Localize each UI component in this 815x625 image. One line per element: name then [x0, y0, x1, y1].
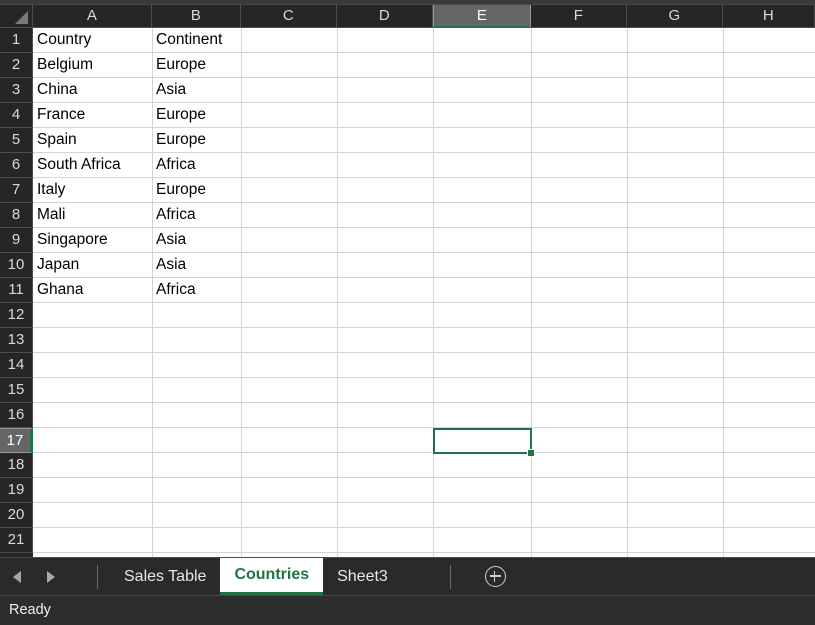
- row-header-3[interactable]: 3: [0, 78, 33, 103]
- cell-A2[interactable]: Belgium: [33, 53, 152, 78]
- cell-A8[interactable]: Mali: [33, 203, 152, 228]
- gridline-horizontal: [33, 527, 815, 528]
- column-header-d[interactable]: D: [337, 5, 433, 28]
- column-header-g[interactable]: G: [627, 5, 723, 28]
- select-all-triangle-icon: [15, 11, 28, 24]
- row-header-17[interactable]: 17: [0, 428, 33, 453]
- row-header-9[interactable]: 9: [0, 228, 33, 253]
- sheet-tab-bar: Sales Table Countries Sheet3: [0, 557, 815, 595]
- row-header-11[interactable]: 11: [0, 278, 33, 303]
- row-header-4[interactable]: 4: [0, 103, 33, 128]
- spreadsheet-app: ABCDEFGH 1 2 3 4 5 6 7 8 9 10 11 12 13 14 15 16 17 18 19 20…: [0, 0, 815, 625]
- row-header-10[interactable]: 10: [0, 253, 33, 278]
- cell-A7[interactable]: Italy: [33, 178, 152, 203]
- cell-B2[interactable]: Europe: [152, 53, 241, 78]
- row-header-13[interactable]: 13: [0, 328, 33, 353]
- row-header-5[interactable]: 5: [0, 128, 33, 153]
- cell-A9[interactable]: Singapore: [33, 228, 152, 253]
- cell-B4[interactable]: Europe: [152, 103, 241, 128]
- column-header-h[interactable]: H: [723, 5, 815, 28]
- row-header-14[interactable]: 14: [0, 353, 33, 378]
- cell-B7[interactable]: Europe: [152, 178, 241, 203]
- gridline-horizontal: [33, 477, 815, 478]
- tab-divider-right: [450, 565, 451, 589]
- tab-divider-left: [97, 565, 98, 589]
- add-sheet-button[interactable]: [472, 558, 518, 595]
- gridline-horizontal: [33, 452, 815, 453]
- row-header-6[interactable]: 6: [0, 153, 33, 178]
- worksheet-grid: ABCDEFGH 1 2 3 4 5 6 7 8 9 10 11 12 13 14 15 16 17 18 19 20…: [0, 5, 815, 557]
- chevron-left-icon: [13, 570, 21, 583]
- cell-area[interactable]: Country Continent Belgium Europe China Asia Fr…: [33, 28, 815, 557]
- chevron-right-icon: [47, 570, 55, 583]
- cell-B5[interactable]: Europe: [152, 128, 241, 153]
- gridline-horizontal: [33, 502, 815, 503]
- cell-A11[interactable]: Ghana: [33, 278, 152, 303]
- sheet-nav-buttons: [0, 558, 68, 595]
- status-bar: Ready: [0, 595, 815, 625]
- gridline-horizontal: [33, 352, 815, 353]
- column-header-e[interactable]: E: [433, 5, 531, 28]
- cell-B9[interactable]: Asia: [152, 228, 241, 253]
- sheet-tab-sales-table[interactable]: Sales Table: [110, 558, 220, 595]
- sheet-tab-sheet3[interactable]: Sheet3: [323, 558, 402, 595]
- row-header-16[interactable]: 16: [0, 403, 33, 428]
- row-header-8[interactable]: 8: [0, 203, 33, 228]
- next-sheet-button[interactable]: [34, 558, 68, 595]
- plus-circle-icon: [484, 566, 506, 587]
- select-all-corner[interactable]: [0, 5, 33, 28]
- cell-B1[interactable]: Continent: [152, 28, 241, 53]
- cell-A3[interactable]: China: [33, 78, 152, 103]
- gridline-horizontal: [33, 427, 815, 428]
- cell-A1[interactable]: Country: [33, 28, 152, 53]
- cell-B3[interactable]: Asia: [152, 78, 241, 103]
- gridline-horizontal: [33, 402, 815, 403]
- row-header-19[interactable]: 19: [0, 478, 33, 503]
- cell-B11[interactable]: Africa: [152, 278, 241, 303]
- column-header-bar: ABCDEFGH: [33, 5, 815, 28]
- row-header-21[interactable]: 21: [0, 528, 33, 553]
- row-header-20[interactable]: 20: [0, 503, 33, 528]
- row-header-2[interactable]: 2: [0, 53, 33, 78]
- row-header-12[interactable]: 12: [0, 303, 33, 328]
- column-header-b[interactable]: B: [152, 5, 241, 28]
- cell-B8[interactable]: Africa: [152, 203, 241, 228]
- cell-B10[interactable]: Asia: [152, 253, 241, 278]
- status-text: Ready: [9, 602, 51, 618]
- column-header-c[interactable]: C: [241, 5, 337, 28]
- fill-handle[interactable]: [527, 449, 535, 457]
- column-header-a[interactable]: A: [33, 5, 152, 28]
- row-header-15[interactable]: 15: [0, 378, 33, 403]
- gridline-horizontal: [33, 552, 815, 553]
- previous-sheet-button[interactable]: [0, 558, 34, 595]
- cell-A5[interactable]: Spain: [33, 128, 152, 153]
- row-header-1[interactable]: 1: [0, 28, 33, 53]
- gridline-horizontal: [33, 377, 815, 378]
- row-header-7[interactable]: 7: [0, 178, 33, 203]
- cell-A6[interactable]: South Africa: [33, 153, 152, 178]
- active-cell-selection[interactable]: [433, 428, 532, 454]
- sheet-tab-countries[interactable]: Countries: [220, 558, 324, 595]
- row-header-18[interactable]: 18: [0, 453, 33, 478]
- column-header-f[interactable]: F: [531, 5, 627, 28]
- cell-A10[interactable]: Japan: [33, 253, 152, 278]
- gridline-horizontal: [33, 327, 815, 328]
- cell-A4[interactable]: France: [33, 103, 152, 128]
- cell-B6[interactable]: Africa: [152, 153, 241, 178]
- row-header-bar: 1 2 3 4 5 6 7 8 9 10 11 12 13 14 15 16 17 18 19 20 21: [0, 28, 33, 557]
- sheet-tabs: Sales Table Countries Sheet3: [110, 558, 402, 595]
